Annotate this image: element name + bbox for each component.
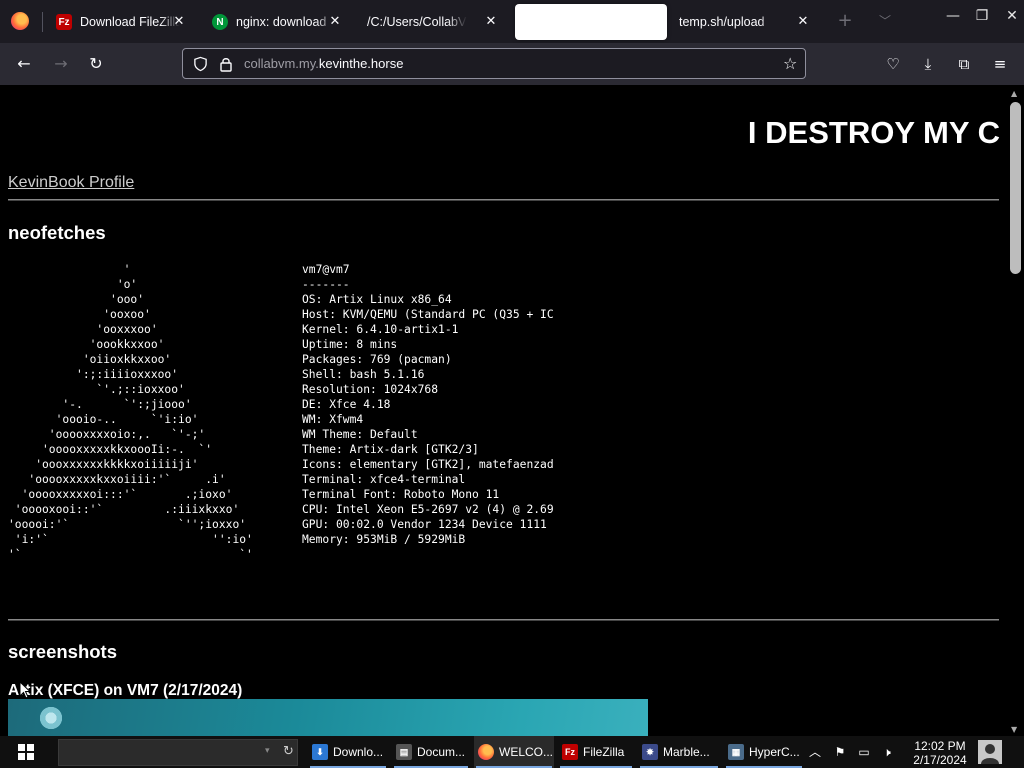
user-avatar[interactable] [978,740,1002,764]
taskbar-item-firefox[interactable]: WELCO... [474,736,554,768]
url-host: kevinthe.horse [318,56,404,71]
clock-time: 12:02 PM [914,739,966,753]
lock-icon[interactable] [219,56,233,72]
divider [8,199,999,201]
taskbar-item-label: FileZilla [583,745,625,759]
profile-link[interactable]: KevinBook Profile [8,174,134,192]
neofetches-heading: neofetches [8,222,106,243]
filezilla-icon: Fz [562,744,578,760]
scroll-up-icon[interactable]: ▲ [1011,89,1017,98]
network-icon[interactable]: ▭ [857,745,871,759]
artix-logo-icon [38,705,64,731]
refresh-icon[interactable]: ↻ [283,744,294,759]
chevron-up-icon[interactable]: ︿ [808,745,822,759]
windows-start-icon[interactable] [18,744,34,760]
neofetch-system-info: vm7@vm7 ------- OS: Artix Linux x86_64 H… [302,263,554,546]
chevron-down-icon[interactable]: ▾ [265,746,270,756]
taskbar-item-label: HyperC... [749,745,800,759]
page-content: I DESTROY MY C KevinBook Profile neofetc… [0,85,1007,736]
tab-title: Download FileZilla [80,15,180,29]
url-bar[interactable]: collabvm.my.kevinthe.horse ☆ [182,48,806,79]
extensions-icon[interactable]: ⧉ [954,54,974,74]
shield-icon[interactable] [193,56,208,72]
tab-local-file[interactable]: /C:/Users/CollabVM/D ✕ [356,4,508,40]
tab-title: nginx: download [236,15,327,29]
taskbar-item-documents[interactable]: ▤ Docum... [392,736,470,768]
nginx-icon: N [212,14,228,30]
download-folder-icon: ⬇ [312,744,328,760]
screenshot-image [8,699,648,736]
screenshots-heading: screenshots [8,641,117,662]
pocket-icon[interactable]: ♡ [883,54,903,74]
tab-nginx[interactable]: N nginx: download ✕ [200,4,352,40]
close-icon[interactable]: ✕ [484,14,498,28]
clock-date: 2/17/2024 [913,753,967,767]
chevron-down-icon[interactable]: ﹀ [876,12,894,30]
tab-title: temp.sh/upload [679,15,765,29]
neofetch-ascii-art: ' 'o' 'ooo' 'ooxoo' 'ooxxxoo' 'oookkxxoo… [8,263,253,561]
divider [8,619,999,621]
tab-download-filezilla[interactable]: Fz Download FileZilla ✕ [44,4,196,40]
taskbar-item-label: Downlo... [333,745,384,759]
taskbar-item-marble[interactable]: ✸ Marble... [638,736,720,768]
filezilla-icon: Fz [56,14,72,30]
minimize-icon[interactable]: — [938,6,968,26]
page-scrollbar[interactable]: ▲ ▼ [1007,85,1024,736]
windows-taskbar: ▾ ↻ ⬇ Downlo... ▤ Docum... WELCO... Fz F… [0,736,1024,768]
page-banner: I DESTROY MY C [747,115,1000,150]
reload-icon[interactable]: ↻ [86,54,106,74]
download-icon[interactable]: ⤓ [918,54,938,74]
flag-icon[interactable]: ⚑ [833,745,847,759]
taskbar-item-hypercam[interactable]: ▦ HyperC... [724,736,804,768]
user-icon [981,744,999,764]
tab-temp-sh-upload[interactable]: temp.sh/upload ✕ [668,4,820,40]
hamburger-menu-icon[interactable]: ≡ [990,54,1010,74]
window-close-icon[interactable]: ✕ [997,6,1024,26]
back-arrow-icon[interactable]: ← [14,54,34,74]
firefox-view-icon[interactable] [11,12,29,30]
mouse-cursor-icon [19,681,31,699]
volume-muted-icon[interactable]: 🕨 [880,745,894,759]
close-icon[interactable]: ✕ [328,14,342,28]
taskbar-item-label: WELCO... [499,745,554,759]
tab-bar: Fz Download FileZilla ✕ N nginx: downloa… [0,0,1024,43]
url-text[interactable]: collabvm.my.kevinthe.horse [244,56,403,71]
taskbar-item-filezilla[interactable]: Fz FileZilla [558,736,634,768]
url-subdomain: collabvm.my. [244,56,319,71]
hypercam-icon: ▦ [728,744,744,760]
document-icon: ▤ [396,744,412,760]
taskbar-item-downloads[interactable]: ⬇ Downlo... [308,736,388,768]
taskbar-item-label: Marble... [663,745,710,759]
tab-separator [42,12,43,32]
taskbar-clock[interactable]: 12:02 PM 2/17/2024 [900,739,980,767]
close-icon[interactable]: ✕ [796,14,810,28]
navigation-bar: ← → ↻ collabvm.my.kevinthe.horse ☆ ♡ ⤓ ⧉… [0,43,1024,85]
taskbar-search-box[interactable]: ▾ ↻ [58,739,298,766]
taskbar-item-label: Docum... [417,745,466,759]
close-icon[interactable]: ✕ [172,14,186,28]
scroll-down-icon[interactable]: ▼ [1011,725,1017,734]
restore-icon[interactable]: ❐ [967,6,997,26]
forward-arrow-icon[interactable]: → [51,54,71,74]
marble-icon: ✸ [642,744,658,760]
star-icon[interactable]: ☆ [783,56,799,72]
screenshot-caption: Artix (XFCE) on VM7 (2/17/2024) [8,682,243,699]
scrollbar-thumb[interactable] [1010,102,1021,274]
firefox-icon [478,744,494,760]
tab-title: /C:/Users/CollabVM/D [367,15,467,29]
new-tab-icon[interactable]: + [836,12,854,30]
tab-active[interactable] [515,4,667,40]
